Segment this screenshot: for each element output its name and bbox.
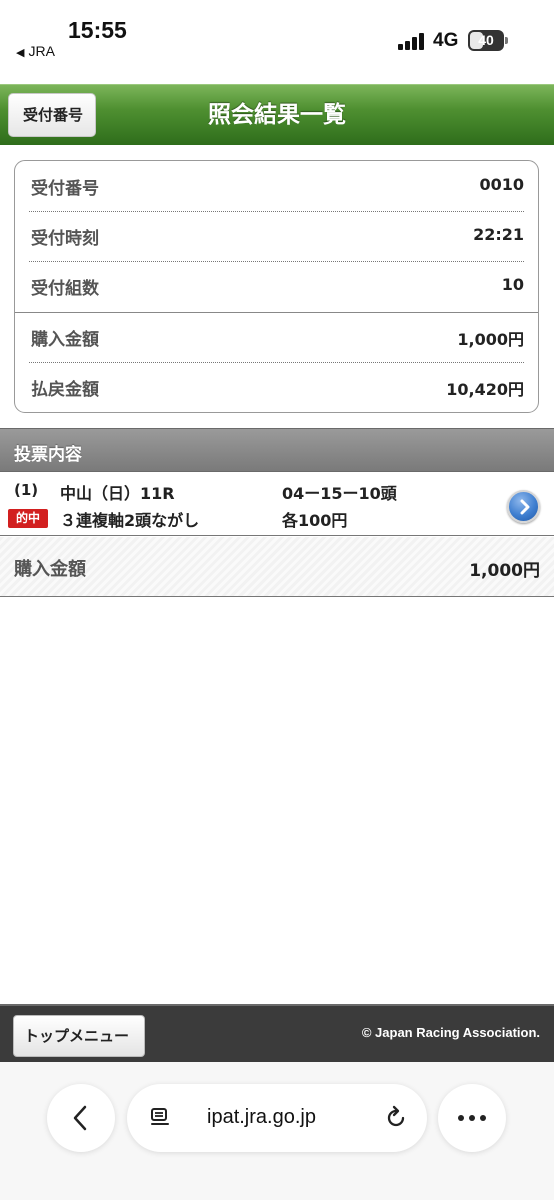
total-label: 購入金額 <box>14 559 86 580</box>
info-row-purchase-amount: 購入金額 1,000円 <box>29 312 524 362</box>
total-row: 購入金額 1,000円 <box>0 537 554 597</box>
section-title: 投票内容 <box>14 445 82 465</box>
info-label: 受付番号 <box>31 179 99 199</box>
hit-badge: 的中 <box>8 509 48 528</box>
url-bar[interactable]: ipat.jra.go.jp <box>127 1084 427 1152</box>
battery-level: 40 <box>478 32 494 48</box>
browser-back-button[interactable] <box>47 1084 115 1152</box>
signal-icon <box>398 33 426 50</box>
app-footer: トップメニュー © Japan Racing Association. <box>0 1004 554 1062</box>
bet-each-amount: 各100円 <box>282 511 348 530</box>
status-back-app[interactable]: ◀ JRA <box>16 43 55 59</box>
info-label: 購入金額 <box>31 330 99 350</box>
info-value: 1,000円 <box>457 330 524 349</box>
more-button[interactable] <box>438 1084 506 1152</box>
status-bar: 15:55 ◀ JRA 4G 40 <box>0 0 554 84</box>
total-value: 1,000円 <box>469 561 540 581</box>
info-value: 10 <box>501 275 524 294</box>
battery-tip <box>505 37 508 44</box>
top-menu-button[interactable]: トップメニュー <box>13 1015 145 1057</box>
receipt-info-card: 受付番号 0010 受付時刻 22:21 受付組数 10 購入金額 1,000円… <box>14 160 539 413</box>
back-triangle-icon: ◀ <box>16 47 25 59</box>
more-icon <box>458 1115 486 1121</box>
battery-icon: 40 <box>468 30 504 51</box>
bet-row[interactable]: (1) 中山（日）11R 04ー15ー10頭 的中 ３連複軸2頭ながし 各100… <box>0 472 554 536</box>
info-value: 22:21 <box>473 225 524 244</box>
status-back-label: JRA <box>28 43 55 59</box>
info-value: 10,420円 <box>446 380 524 399</box>
page-title: 照会結果一覧 <box>208 102 346 128</box>
info-row-set-count: 受付組数 10 <box>29 261 524 311</box>
network-type: 4G <box>433 30 459 51</box>
reader-icon <box>151 1108 169 1125</box>
info-value: 0010 <box>479 175 524 194</box>
bet-type: ３連複軸2頭ながし <box>60 511 200 530</box>
chevron-right-icon[interactable] <box>507 490 540 523</box>
info-row-payout-amount: 払戻金額 10,420円 <box>29 362 524 412</box>
reload-icon[interactable] <box>383 1105 409 1131</box>
status-time: 15:55 <box>68 17 127 43</box>
url-text: ipat.jra.go.jp <box>207 1106 316 1128</box>
browser-toolbar: ipat.jra.go.jp <box>0 1062 554 1200</box>
bet-combination: 04ー15ー10頭 <box>282 484 397 503</box>
app-header: 受付番号 照会結果一覧 <box>0 84 554 145</box>
bet-race: 中山（日）11R <box>60 484 175 503</box>
info-label: 受付時刻 <box>31 229 99 249</box>
info-row-receipt-time: 受付時刻 22:21 <box>29 211 524 261</box>
bet-number: (1) <box>14 481 39 499</box>
chevron-left-icon <box>73 1105 87 1131</box>
info-row-receipt-number: 受付番号 0010 <box>29 161 524 211</box>
copyright: © Japan Racing Association. <box>361 1025 540 1040</box>
vote-section-header: 投票内容 <box>0 428 554 472</box>
info-label: 払戻金額 <box>31 380 99 400</box>
info-label: 受付組数 <box>31 279 99 299</box>
